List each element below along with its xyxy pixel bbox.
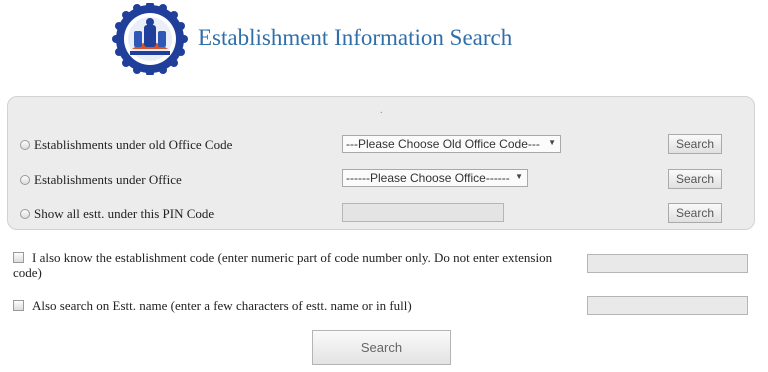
old-office-code-label: Establishments under old Office Code — [34, 137, 233, 152]
estt-code-label: I also know the establishment code (ente… — [13, 250, 553, 280]
search-panel: . Establishments under old Office Code -… — [7, 96, 755, 230]
pin-code-option[interactable]: Show all estt. under this PIN Code — [20, 206, 214, 222]
estt-name-checkbox[interactable] — [13, 300, 24, 311]
office-search-button[interactable]: Search — [668, 169, 722, 189]
search-button[interactable]: Search — [312, 330, 451, 365]
pin-code-radio[interactable] — [20, 209, 30, 219]
estt-code-checkbox[interactable] — [13, 252, 24, 263]
epfo-emblem-icon — [112, 1, 188, 77]
estt-name-option: Also search on Estt. name (enter a few c… — [13, 298, 412, 313]
office-select-value: ------Please Choose Office------ — [346, 171, 510, 185]
estt-code-option: I also know the establishment code (ente… — [13, 250, 573, 280]
old-office-code-select-value: ---Please Choose Old Office Code--- — [346, 137, 540, 151]
office-label: Establishments under Office — [34, 172, 182, 187]
estt-code-input[interactable] — [587, 254, 748, 273]
chevron-down-icon: ▼ — [548, 138, 556, 147]
estt-name-input[interactable] — [587, 296, 748, 315]
office-radio[interactable] — [20, 175, 30, 185]
pin-code-label: Show all estt. under this PIN Code — [34, 206, 215, 221]
old-office-code-option[interactable]: Establishments under old Office Code — [20, 137, 232, 153]
old-office-code-select[interactable]: ---Please Choose Old Office Code--- ▼ — [342, 135, 561, 153]
chevron-down-icon: ▼ — [515, 172, 523, 181]
pin-code-search-button[interactable]: Search — [668, 203, 722, 223]
old-office-code-search-button[interactable]: Search — [668, 134, 722, 154]
panel-dot: . — [380, 105, 383, 116]
office-select[interactable]: ------Please Choose Office------ ▼ — [342, 169, 528, 187]
estt-name-label: Also search on Estt. name (enter a few c… — [32, 298, 412, 313]
epfo-logo — [111, 1, 189, 77]
page-title: Establishment Information Search — [198, 25, 513, 50]
office-option[interactable]: Establishments under Office — [20, 172, 182, 188]
pin-code-input[interactable] — [342, 203, 504, 222]
old-office-code-radio[interactable] — [20, 140, 30, 150]
